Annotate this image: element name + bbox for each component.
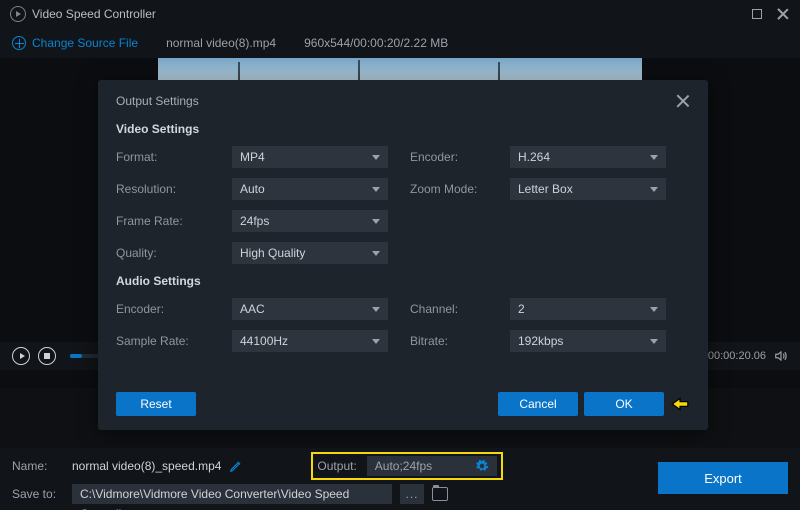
audio-encoder-select[interactable]: AAC: [232, 298, 388, 320]
output-highlight-box: Output: Auto;24fps: [311, 452, 502, 480]
edit-name-button[interactable]: [229, 459, 243, 473]
source-filename: normal video(8).mp4: [166, 36, 276, 50]
reset-button[interactable]: Reset: [116, 392, 196, 416]
play-button[interactable]: [12, 347, 30, 365]
chevron-down-icon: [372, 219, 380, 224]
chevron-down-icon: [650, 155, 658, 160]
callout-arrow-icon: [670, 397, 690, 411]
source-bar: Change Source File normal video(8).mp4 9…: [0, 28, 800, 58]
name-label: Name:: [12, 459, 64, 473]
output-settings-dialog: Output Settings Video Settings Format: M…: [98, 80, 708, 430]
plus-circle-icon: [12, 36, 26, 50]
playback-time: 00:00:20.06: [708, 350, 766, 362]
cancel-button[interactable]: Cancel: [498, 392, 578, 416]
channel-label: Channel:: [410, 302, 510, 316]
app-logo-icon: [10, 6, 26, 22]
open-folder-button[interactable]: [432, 487, 448, 501]
samplerate-label: Sample Rate:: [116, 334, 232, 348]
window-close-button[interactable]: [776, 7, 790, 21]
audio-settings-heading: Audio Settings: [116, 274, 690, 288]
framerate-label: Frame Rate:: [116, 214, 232, 228]
app-title: Video Speed Controller: [32, 7, 156, 21]
chevron-down-icon: [372, 307, 380, 312]
title-bar: Video Speed Controller: [0, 0, 800, 28]
resolution-label: Resolution:: [116, 182, 232, 196]
modal-close-button[interactable]: [676, 94, 690, 108]
chevron-down-icon: [650, 339, 658, 344]
volume-icon[interactable]: [774, 349, 788, 363]
chevron-down-icon: [372, 339, 380, 344]
browse-button[interactable]: ...: [400, 484, 424, 504]
video-encoder-label: Encoder:: [410, 150, 510, 164]
output-label: Output:: [317, 459, 356, 473]
quality-select[interactable]: High Quality: [232, 242, 388, 264]
bottom-panel: Name: normal video(8)_speed.mp4 Output: …: [0, 448, 800, 510]
saveto-path[interactable]: C:\Vidmore\Vidmore Video Converter\Video…: [72, 484, 392, 504]
format-select[interactable]: MP4: [232, 146, 388, 168]
saveto-label: Save to:: [12, 487, 64, 501]
chevron-down-icon: [650, 187, 658, 192]
window-maximize-button[interactable]: [750, 7, 764, 21]
change-source-button[interactable]: Change Source File: [12, 36, 138, 50]
source-info: 960x544/00:00:20/2.22 MB: [304, 36, 448, 50]
format-label: Format:: [116, 150, 232, 164]
modal-title: Output Settings: [116, 94, 199, 108]
zoom-mode-label: Zoom Mode:: [410, 182, 510, 196]
chevron-down-icon: [372, 187, 380, 192]
bitrate-select[interactable]: 192kbps: [510, 330, 666, 352]
export-button[interactable]: Export: [658, 462, 788, 494]
stop-button[interactable]: [38, 347, 56, 365]
channel-select[interactable]: 2: [510, 298, 666, 320]
bitrate-label: Bitrate:: [410, 334, 510, 348]
gear-icon[interactable]: [475, 459, 489, 473]
audio-encoder-label: Encoder:: [116, 302, 232, 316]
quality-label: Quality:: [116, 246, 232, 260]
chevron-down-icon: [372, 251, 380, 256]
samplerate-select[interactable]: 44100Hz: [232, 330, 388, 352]
chevron-down-icon: [650, 307, 658, 312]
ok-button[interactable]: OK: [584, 392, 664, 416]
zoom-mode-select[interactable]: Letter Box: [510, 178, 666, 200]
video-settings-heading: Video Settings: [116, 122, 690, 136]
framerate-select[interactable]: 24fps: [232, 210, 388, 232]
output-summary[interactable]: Auto;24fps: [367, 456, 497, 476]
video-encoder-select[interactable]: H.264: [510, 146, 666, 168]
change-source-label: Change Source File: [32, 36, 138, 50]
output-name: normal video(8)_speed.mp4: [72, 459, 221, 473]
resolution-select[interactable]: Auto: [232, 178, 388, 200]
chevron-down-icon: [372, 155, 380, 160]
